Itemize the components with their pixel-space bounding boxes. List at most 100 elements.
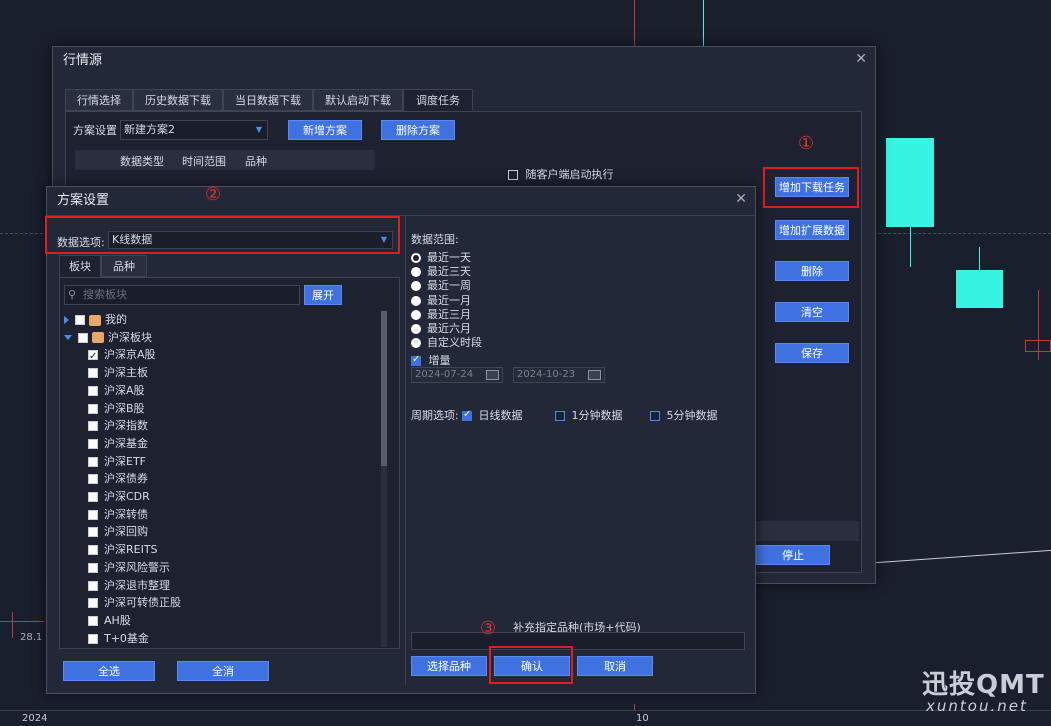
tree-item[interactable]: 沪深转债 bbox=[88, 506, 148, 523]
expand-button[interactable]: 展开 bbox=[304, 285, 342, 305]
period-1min-checkbox[interactable]: 1分钟数据 bbox=[555, 407, 623, 423]
tab-schedule-task[interactable]: 调度任务 bbox=[403, 89, 473, 111]
checkbox-icon bbox=[462, 409, 472, 421]
range-option[interactable]: 自定义时段 bbox=[411, 336, 482, 350]
tree-item[interactable]: 沪深风险警示 bbox=[88, 559, 170, 576]
tree-item[interactable]: 沪深A股 bbox=[88, 382, 145, 399]
tree-item[interactable]: 沪深基金 bbox=[88, 435, 148, 452]
radio-icon[interactable] bbox=[411, 267, 421, 278]
checkbox-icon[interactable] bbox=[88, 438, 98, 449]
checkbox-icon[interactable] bbox=[88, 562, 98, 573]
tab-sector[interactable]: 板块 bbox=[59, 255, 101, 277]
radio-icon[interactable] bbox=[411, 295, 421, 306]
tree-item[interactable]: 沪深回购 bbox=[88, 523, 148, 540]
calendar-icon[interactable] bbox=[588, 370, 601, 380]
scheme-select-value: 新建方案2 bbox=[124, 123, 175, 136]
tab-today-download[interactable]: 当日数据下载 bbox=[223, 89, 313, 111]
checkbox-icon[interactable] bbox=[88, 615, 98, 626]
checkbox-icon[interactable] bbox=[75, 315, 85, 325]
checkbox-icon[interactable] bbox=[88, 385, 98, 396]
add-extended-data-button[interactable]: 增加扩展数据 bbox=[775, 220, 849, 240]
checkbox-icon[interactable] bbox=[88, 474, 98, 485]
tree-item[interactable]: 沪深指数 bbox=[88, 417, 148, 434]
radio-icon[interactable] bbox=[411, 281, 421, 292]
tree-item[interactable]: 沪深京A股 bbox=[88, 346, 156, 365]
clear-tasks-button[interactable]: 清空 bbox=[775, 302, 849, 322]
checkbox-icon[interactable] bbox=[88, 598, 98, 609]
radio-icon[interactable] bbox=[411, 309, 421, 320]
checkbox-icon[interactable] bbox=[88, 633, 98, 644]
radio-icon[interactable] bbox=[411, 253, 421, 263]
checkbox-icon[interactable] bbox=[88, 421, 98, 432]
autorun-checkbox[interactable]: 随客户端启动执行 bbox=[508, 166, 614, 182]
chevron-right-icon[interactable] bbox=[64, 316, 69, 324]
tab-history-download[interactable]: 历史数据下载 bbox=[133, 89, 223, 111]
chart-trend-line bbox=[876, 549, 1051, 585]
date-from-input[interactable]: 2024-07-24 bbox=[411, 367, 503, 383]
tree-item[interactable]: 沪深债券 bbox=[88, 470, 148, 487]
tab-market-select[interactable]: 行情选择 bbox=[65, 89, 133, 111]
checkbox-icon[interactable] bbox=[88, 348, 98, 365]
checkbox-icon[interactable] bbox=[78, 332, 88, 343]
sector-search-input[interactable]: ⚲ 搜索板块 bbox=[64, 285, 300, 305]
radio-icon[interactable] bbox=[411, 338, 421, 349]
deselect-all-button[interactable]: 全消 bbox=[177, 661, 269, 681]
tree-item[interactable]: 沪深ETF bbox=[88, 453, 146, 470]
checkbox-icon[interactable] bbox=[88, 403, 98, 414]
scrollbar-thumb[interactable] bbox=[381, 311, 387, 466]
delete-task-button[interactable]: 删除 bbox=[775, 261, 849, 281]
time-axis-label: 10 bbox=[636, 713, 649, 724]
checkbox-icon bbox=[555, 411, 565, 421]
chart-candle bbox=[0, 621, 44, 622]
close-icon[interactable]: ✕ bbox=[855, 51, 867, 67]
range-option[interactable]: 最近一周 bbox=[411, 279, 471, 293]
tree-item[interactable]: T+0基金 bbox=[88, 630, 149, 647]
tree-item[interactable]: 沪深退市整理 bbox=[88, 577, 170, 594]
checkbox-icon[interactable] bbox=[88, 368, 98, 379]
checkbox-icon[interactable] bbox=[88, 527, 98, 538]
range-option[interactable]: 最近三天 bbox=[411, 265, 471, 279]
checkbox-icon[interactable] bbox=[88, 456, 98, 467]
close-icon[interactable]: ✕ bbox=[735, 191, 747, 207]
tree-item[interactable]: 沪深板块 bbox=[64, 329, 152, 346]
select-all-button[interactable]: 全选 bbox=[63, 661, 155, 681]
tree-item[interactable]: 沪深B股 bbox=[88, 400, 145, 417]
period-daily-checkbox[interactable]: 日线数据 bbox=[462, 407, 523, 423]
data-range-title: 数据范围: bbox=[411, 233, 459, 246]
tab-symbol[interactable]: 品种 bbox=[101, 255, 147, 277]
calendar-icon[interactable] bbox=[486, 370, 499, 380]
scheme-select[interactable]: 新建方案2 ▼ bbox=[120, 120, 268, 140]
tab-default-startup-download[interactable]: 默认启动下载 bbox=[313, 89, 403, 111]
incremental-label: 增量 bbox=[428, 354, 451, 367]
stop-button[interactable]: 停止 bbox=[756, 545, 830, 565]
radio-icon[interactable] bbox=[411, 324, 421, 334]
period-5min-checkbox[interactable]: 5分钟数据 bbox=[650, 407, 718, 423]
new-scheme-button[interactable]: 新增方案 bbox=[288, 120, 362, 140]
tree-item[interactable]: AH股 bbox=[88, 612, 131, 629]
range-option[interactable]: 最近三月 bbox=[411, 308, 471, 322]
save-tasks-button[interactable]: 保存 bbox=[775, 343, 849, 363]
tree-scrollbar[interactable] bbox=[381, 311, 387, 647]
cancel-button[interactable]: 取消 bbox=[577, 656, 653, 676]
checkbox-icon[interactable] bbox=[88, 509, 98, 520]
tree-item-label: 沪深债券 bbox=[104, 472, 148, 486]
tree-item[interactable]: 沪深REITS bbox=[88, 541, 158, 558]
tree-item[interactable]: 沪深CDR bbox=[88, 488, 150, 505]
supplement-input[interactable] bbox=[411, 632, 745, 650]
tree-item[interactable]: 沪深主板 bbox=[88, 364, 148, 381]
tree-item[interactable]: 我的 bbox=[64, 311, 127, 328]
range-option[interactable]: 最近一天 bbox=[411, 251, 471, 265]
brand-logo: 迅投QMT bbox=[922, 670, 1045, 700]
checkbox-icon[interactable] bbox=[88, 492, 98, 502]
checkbox-icon[interactable] bbox=[88, 580, 98, 591]
checkbox-icon[interactable] bbox=[88, 545, 98, 556]
range-option[interactable]: 最近六月 bbox=[411, 322, 471, 336]
chevron-down-icon[interactable] bbox=[64, 335, 72, 341]
choose-symbol-button[interactable]: 选择品种 bbox=[411, 656, 487, 676]
date-to-input[interactable]: 2024-10-23 bbox=[513, 367, 605, 383]
incremental-checkbox[interactable]: 增量 bbox=[411, 352, 451, 368]
delete-scheme-button[interactable]: 删除方案 bbox=[381, 120, 455, 140]
period-daily-label: 日线数据 bbox=[478, 409, 523, 422]
tree-item[interactable]: 沪深可转债正股 bbox=[88, 594, 181, 611]
range-option[interactable]: 最近一月 bbox=[411, 294, 471, 308]
